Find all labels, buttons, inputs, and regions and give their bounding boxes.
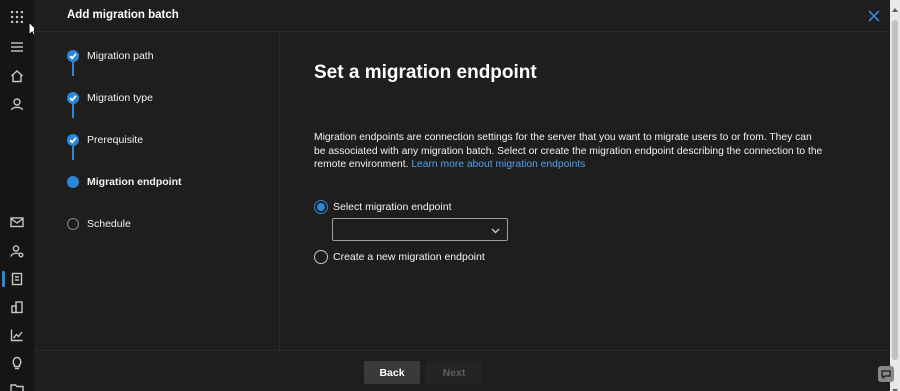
vertical-scrollbar[interactable] xyxy=(890,0,900,391)
page-title: Set a migration endpoint xyxy=(314,62,537,83)
radio-label: Create a new migration endpoint xyxy=(333,251,485,263)
radio-unchecked-icon[interactable] xyxy=(314,250,328,264)
home-icon[interactable] xyxy=(8,67,26,85)
select-endpoint-option[interactable]: Select migration endpoint xyxy=(314,200,452,214)
step-migration-endpoint: Migration endpoint xyxy=(67,174,182,190)
next-button: Next xyxy=(426,361,482,384)
add-migration-batch-panel: Add migration batch Migration path Migra… xyxy=(34,0,890,391)
menu-icon[interactable] xyxy=(8,38,26,56)
close-button[interactable] xyxy=(866,8,882,24)
step-connector xyxy=(72,146,74,160)
step-connector xyxy=(72,104,74,118)
step-schedule: Schedule xyxy=(67,216,131,232)
scroll-up-icon[interactable] xyxy=(891,1,899,12)
feedback-icon xyxy=(881,370,891,379)
scroll-thumb[interactable] xyxy=(892,20,898,360)
learn-more-link[interactable]: Learn more about migration endpoints xyxy=(411,159,585,170)
chevron-down-icon xyxy=(491,228,500,234)
left-nav-rail xyxy=(0,0,34,391)
panel-title: Add migration batch xyxy=(67,9,179,21)
current-step-dot-icon xyxy=(67,176,79,188)
create-endpoint-option[interactable]: Create a new migration endpoint xyxy=(314,250,485,264)
user-icon[interactable] xyxy=(8,95,26,113)
check-icon xyxy=(67,92,79,104)
scroll-down-icon[interactable] xyxy=(891,382,899,391)
folder-icon[interactable] xyxy=(8,380,26,391)
step-label: Migration path xyxy=(87,50,154,62)
step-label: Prerequisite xyxy=(87,134,144,146)
close-icon xyxy=(868,10,880,22)
step-progress: Migration path Migration type Prerequisi… xyxy=(34,32,280,350)
building-icon[interactable] xyxy=(8,298,26,316)
description: Migration endpoints are connection setti… xyxy=(314,131,824,172)
feedback-button[interactable] xyxy=(878,366,894,382)
radio-label: Select migration endpoint xyxy=(333,201,452,213)
footer-divider xyxy=(34,350,890,351)
check-icon xyxy=(67,50,79,62)
step-migration-type: Migration type xyxy=(67,90,153,106)
step-migration-path: Migration path xyxy=(67,48,154,64)
migration-icon[interactable] xyxy=(8,270,26,288)
user-settings-icon[interactable] xyxy=(8,242,26,260)
step-connector xyxy=(72,62,74,76)
lightbulb-icon[interactable] xyxy=(8,354,26,372)
active-indicator xyxy=(2,271,5,287)
radio-checked-icon[interactable] xyxy=(314,200,328,214)
mail-icon[interactable] xyxy=(8,213,26,231)
step-label: Schedule xyxy=(87,218,131,230)
endpoint-dropdown[interactable] xyxy=(332,218,508,241)
step-prerequisite: Prerequisite xyxy=(67,132,143,148)
pending-step-dot-icon xyxy=(67,218,79,230)
app-launcher-icon[interactable] xyxy=(8,8,26,26)
step-label: Migration type xyxy=(87,92,153,104)
chart-icon[interactable] xyxy=(8,326,26,344)
back-button[interactable]: Back xyxy=(364,361,420,384)
check-icon xyxy=(67,134,79,146)
step-label: Migration endpoint xyxy=(87,176,182,188)
